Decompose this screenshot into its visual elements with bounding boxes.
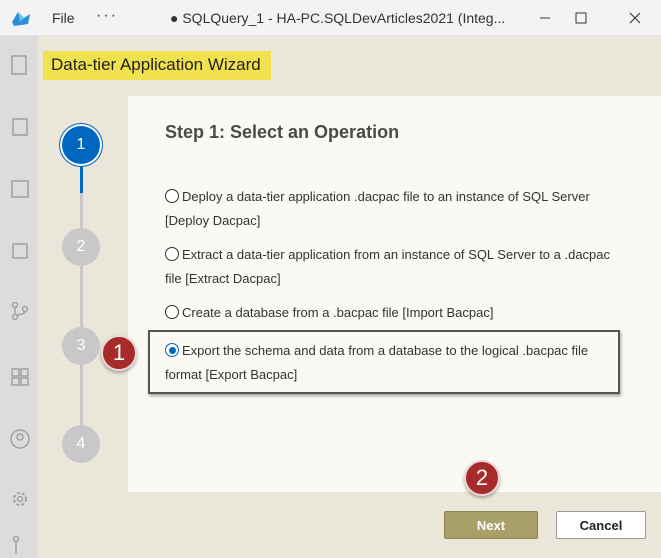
option-label: Export the schema and data from a databa…	[165, 343, 589, 382]
step-indicator-3: 3	[62, 327, 100, 365]
cancel-button[interactable]: Cancel	[556, 511, 646, 539]
callout-badge-1: 1	[101, 335, 137, 371]
step-heading: Step 1: Select an Operation	[165, 122, 400, 142]
radio-export-bacpac[interactable]	[165, 343, 179, 357]
option-extract-dacpac[interactable]: Extract a data-tier application from an …	[165, 243, 625, 291]
app-icon	[12, 12, 30, 26]
option-export-bacpac[interactable]: Export the schema and data from a databa…	[165, 339, 625, 387]
connections-icon[interactable]	[9, 240, 31, 262]
next-button[interactable]: Next	[444, 511, 538, 539]
option-deploy-dacpac[interactable]: Deploy a data-tier application .dacpac f…	[165, 185, 625, 233]
wizard-dialog: Data-tier Application Wizard 1 2 3 4 Ste…	[38, 36, 661, 558]
extensions-icon[interactable]	[9, 178, 31, 200]
step-indicator-2: 2	[62, 228, 100, 266]
file-menu[interactable]: File	[52, 10, 75, 26]
stepper-progress	[80, 161, 83, 193]
explorer-icon[interactable]	[9, 54, 31, 76]
more-menu-icon[interactable]: ···	[96, 7, 118, 25]
close-button[interactable]	[612, 0, 658, 36]
maximize-icon	[575, 12, 587, 24]
branch-icon[interactable]	[9, 534, 31, 556]
activity-bar	[0, 36, 38, 558]
option-label: Create a database from a .bacpac file [I…	[182, 305, 494, 320]
account-icon[interactable]	[9, 428, 31, 450]
option-import-bacpac[interactable]: Create a database from a .bacpac file [I…	[165, 301, 625, 325]
step-indicator-4: 4	[62, 425, 100, 463]
callout-badge-2: 2	[464, 460, 500, 496]
window-title: ● SQLQuery_1 - HA-PC.SQLDevArticles2021 …	[170, 10, 506, 26]
source-control-icon[interactable]	[9, 300, 31, 322]
title-bar: File ··· ● SQLQuery_1 - HA-PC.SQLDevArti…	[0, 0, 661, 36]
close-icon	[629, 12, 641, 24]
wizard-content: Step 1: Select an Operation Deploy a dat…	[128, 96, 661, 492]
radio-extract-dacpac[interactable]	[165, 247, 179, 261]
option-label: Extract a data-tier application from an …	[165, 247, 611, 286]
search-icon[interactable]	[9, 116, 31, 138]
option-label: Deploy a data-tier application .dacpac f…	[165, 189, 590, 228]
minimize-icon	[540, 17, 550, 19]
settings-icon[interactable]	[9, 488, 31, 510]
dashboard-icon[interactable]	[9, 366, 31, 388]
maximize-button[interactable]	[558, 0, 604, 36]
radio-deploy-dacpac[interactable]	[165, 189, 179, 203]
dialog-title: Data-tier Application Wizard	[43, 51, 271, 80]
radio-import-bacpac[interactable]	[165, 305, 179, 319]
step-indicator-1: 1	[62, 126, 100, 164]
